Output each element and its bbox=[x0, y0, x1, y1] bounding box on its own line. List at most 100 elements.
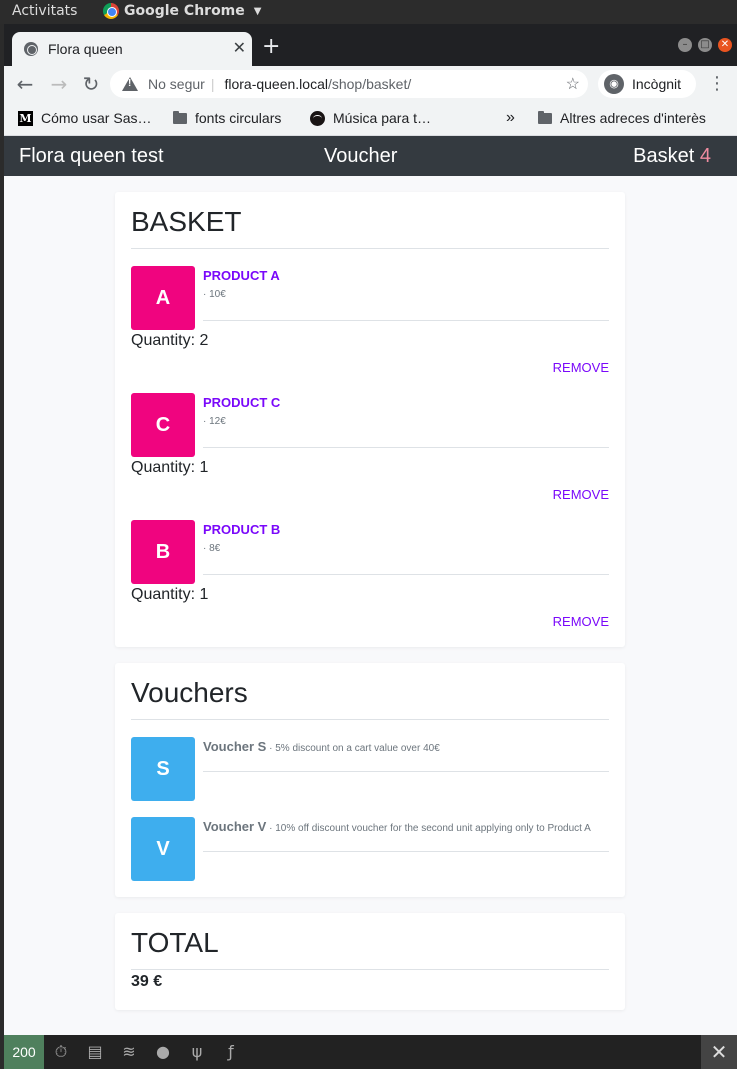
voucher-item[interactable]: S Voucher S · 5% discount on a cart valu… bbox=[131, 720, 609, 801]
address-bar[interactable]: No segur | flora-queen.local /shop/baske… bbox=[110, 70, 588, 98]
back-arrow-icon[interactable]: ← bbox=[12, 71, 38, 97]
symfony-icon[interactable]: ƒ bbox=[214, 1035, 248, 1069]
maximize-icon[interactable]: □ bbox=[698, 38, 712, 52]
caret-down-icon: ▼ bbox=[253, 5, 262, 17]
product-price: · 12€ bbox=[203, 416, 226, 427]
bookmark-label: Altres adreces d'interès bbox=[560, 110, 706, 126]
browser-toolbar: ← → ↻ No segur | flora-queen.local /shop… bbox=[4, 66, 737, 102]
basket-link[interactable]: Basket 4 bbox=[633, 145, 711, 168]
product-name[interactable]: PRODUCT C bbox=[203, 395, 280, 410]
twig-icon[interactable]: ψ bbox=[180, 1035, 214, 1069]
voucher-name: Voucher S bbox=[203, 739, 267, 754]
product-thumbnail: B bbox=[131, 520, 195, 584]
bookmark-star-icon[interactable]: ☆ bbox=[566, 74, 580, 94]
product-quantity: Quantity: 1 bbox=[131, 586, 209, 603]
product-name[interactable]: PRODUCT B bbox=[203, 522, 280, 537]
status-code-badge[interactable]: 200 bbox=[4, 1035, 44, 1069]
page-content: BASKET A PRODUCT A · 10€ Quantity: 2 REM… bbox=[4, 176, 737, 1035]
remove-button[interactable]: REMOVE bbox=[553, 487, 609, 502]
basket-item: B PRODUCT B · 8€ Quantity: 1 REMOVE bbox=[131, 503, 609, 630]
divider bbox=[203, 320, 609, 321]
close-window-icon[interactable]: ✕ bbox=[718, 38, 732, 52]
activities-label[interactable]: Activitats bbox=[12, 3, 77, 19]
security-label: No segur bbox=[148, 76, 205, 92]
user-icon[interactable]: ● bbox=[146, 1035, 180, 1069]
bookmark-label: Música para t… bbox=[333, 110, 432, 126]
symfony-debug-toolbar: 200 ⏱ ▤ ≋ ● ψ ƒ ✕ bbox=[4, 1035, 737, 1069]
remove-button[interactable]: REMOVE bbox=[553, 614, 609, 629]
voucher-thumbnail: S bbox=[131, 737, 195, 801]
incognito-button[interactable]: ◉ Incògnit bbox=[598, 70, 696, 98]
tab-title: Flora queen bbox=[48, 41, 123, 57]
bookmark-item[interactable]: fonts circulars bbox=[173, 110, 281, 126]
bookmark-item[interactable]: M Cómo usar Sas… bbox=[18, 110, 151, 126]
bookmarks-bar: M Cómo usar Sas… fonts circulars Música … bbox=[4, 102, 737, 136]
bookmark-item[interactable]: Música para t… bbox=[310, 110, 431, 126]
warning-icon[interactable] bbox=[122, 77, 138, 91]
voucher-text: Voucher V · 10% off discount voucher for… bbox=[203, 819, 591, 834]
basket-card: BASKET A PRODUCT A · 10€ Quantity: 2 REM… bbox=[115, 192, 625, 647]
total-title: TOTAL bbox=[131, 913, 609, 970]
voucher-link[interactable]: Voucher bbox=[324, 145, 397, 168]
forward-arrow-icon[interactable]: → bbox=[46, 71, 72, 97]
folder-icon bbox=[173, 110, 187, 124]
remove-button[interactable]: REMOVE bbox=[553, 360, 609, 375]
spotify-icon bbox=[310, 110, 325, 126]
os-top-bar: Activitats Google Chrome ▼ bbox=[0, 0, 737, 24]
incognito-icon: ◉ bbox=[604, 74, 624, 94]
reload-icon[interactable]: ↻ bbox=[78, 71, 104, 97]
app-menu[interactable]: Google Chrome ▼ bbox=[103, 3, 261, 19]
bookmark-item[interactable]: Altres adreces d'interès bbox=[538, 110, 706, 126]
voucher-thumbnail: V bbox=[131, 817, 195, 881]
globe-icon bbox=[24, 42, 38, 56]
vouchers-title: Vouchers bbox=[131, 663, 609, 720]
bookmarks-overflow-button[interactable]: » bbox=[506, 109, 515, 127]
product-price: · 10€ bbox=[203, 289, 226, 300]
chrome-icon bbox=[103, 3, 119, 19]
tab-strip: Flora queen ✕ + – □ ✕ bbox=[4, 24, 737, 66]
new-tab-button[interactable]: + bbox=[262, 36, 280, 58]
voucher-text: Voucher S · 5% discount on a cart value … bbox=[203, 739, 440, 754]
timer-icon[interactable]: ⏱ bbox=[44, 1035, 78, 1069]
app-name: Google Chrome bbox=[124, 3, 245, 19]
basket-title: BASKET bbox=[131, 192, 609, 249]
url-path: /shop/basket/ bbox=[327, 76, 412, 92]
voucher-item[interactable]: V Voucher V · 10% off discount voucher f… bbox=[131, 800, 609, 881]
basket-label: Basket bbox=[633, 145, 695, 167]
voucher-description: · 5% discount on a cart value over 40€ bbox=[269, 743, 440, 754]
close-toolbar-icon[interactable]: ✕ bbox=[701, 1035, 737, 1069]
product-thumbnail: A bbox=[131, 266, 195, 330]
site-navbar: Flora queen test Voucher Basket 4 bbox=[4, 136, 737, 176]
divider bbox=[203, 771, 609, 772]
product-quantity: Quantity: 2 bbox=[131, 332, 209, 349]
brand-link[interactable]: Flora queen test bbox=[19, 145, 164, 168]
total-value: 39 € bbox=[131, 973, 163, 990]
close-tab-icon[interactable]: ✕ bbox=[233, 38, 246, 58]
basket-item: A PRODUCT A · 10€ Quantity: 2 REMOVE bbox=[131, 249, 609, 376]
divider bbox=[203, 851, 609, 852]
basket-count-badge: 4 bbox=[699, 145, 711, 167]
bookmark-label: fonts circulars bbox=[195, 110, 282, 126]
basket-item: C PRODUCT C · 12€ Quantity: 1 REMOVE bbox=[131, 376, 609, 503]
browser-window: Flora queen ✕ + – □ ✕ ← → ↻ No segur | f… bbox=[4, 24, 737, 1069]
medium-icon: M bbox=[18, 110, 33, 126]
product-price: · 8€ bbox=[203, 543, 221, 554]
memory-icon[interactable]: ▤ bbox=[78, 1035, 112, 1069]
tab-flora-queen[interactable]: Flora queen ✕ bbox=[12, 32, 252, 66]
incognito-label: Incògnit bbox=[632, 76, 682, 92]
bookmark-label: Cómo usar Sas… bbox=[41, 110, 152, 126]
menu-kebab-icon[interactable]: ⋮ bbox=[708, 71, 726, 97]
product-name[interactable]: PRODUCT A bbox=[203, 268, 280, 283]
vouchers-card: Vouchers S Voucher S · 5% discount on a … bbox=[115, 663, 625, 897]
voucher-name: Voucher V bbox=[203, 819, 267, 834]
product-quantity: Quantity: 1 bbox=[131, 459, 209, 476]
product-thumbnail: C bbox=[131, 393, 195, 457]
url-separator: | bbox=[210, 76, 215, 92]
layers-icon[interactable]: ≋ bbox=[112, 1035, 146, 1069]
folder-icon bbox=[538, 110, 552, 124]
divider bbox=[203, 574, 609, 575]
total-card: TOTAL 39 € bbox=[115, 913, 625, 1010]
minimize-icon[interactable]: – bbox=[678, 38, 692, 52]
url-host: flora-queen.local bbox=[224, 76, 328, 92]
voucher-description: · 10% off discount voucher for the secon… bbox=[269, 823, 591, 834]
